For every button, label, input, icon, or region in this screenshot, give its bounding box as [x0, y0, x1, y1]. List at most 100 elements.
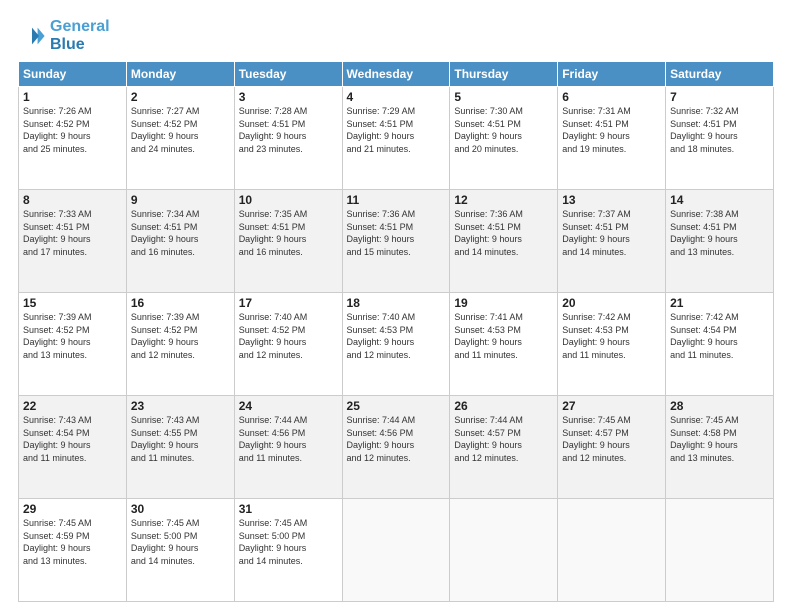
day-info: Sunrise: 7:28 AMSunset: 4:51 PMDaylight:…: [239, 105, 338, 155]
day-cell: 13 Sunrise: 7:37 AMSunset: 4:51 PMDaylig…: [558, 190, 666, 293]
day-number: 31: [239, 502, 338, 516]
day-cell: 21 Sunrise: 7:42 AMSunset: 4:54 PMDaylig…: [666, 293, 774, 396]
day-cell: 11 Sunrise: 7:36 AMSunset: 4:51 PMDaylig…: [342, 190, 450, 293]
day-number: 12: [454, 193, 553, 207]
header: General Blue: [18, 18, 774, 53]
day-cell: 7 Sunrise: 7:32 AMSunset: 4:51 PMDayligh…: [666, 87, 774, 190]
day-cell: 14 Sunrise: 7:38 AMSunset: 4:51 PMDaylig…: [666, 190, 774, 293]
day-cell: 17 Sunrise: 7:40 AMSunset: 4:52 PMDaylig…: [234, 293, 342, 396]
day-info: Sunrise: 7:36 AMSunset: 4:51 PMDaylight:…: [347, 208, 446, 258]
week-row-3: 15 Sunrise: 7:39 AMSunset: 4:52 PMDaylig…: [19, 293, 774, 396]
day-info: Sunrise: 7:45 AMSunset: 5:00 PMDaylight:…: [131, 517, 230, 567]
day-cell: 10 Sunrise: 7:35 AMSunset: 4:51 PMDaylig…: [234, 190, 342, 293]
day-cell: [342, 499, 450, 602]
day-info: Sunrise: 7:44 AMSunset: 4:57 PMDaylight:…: [454, 414, 553, 464]
day-cell: [666, 499, 774, 602]
day-info: Sunrise: 7:30 AMSunset: 4:51 PMDaylight:…: [454, 105, 553, 155]
day-cell: 28 Sunrise: 7:45 AMSunset: 4:58 PMDaylig…: [666, 396, 774, 499]
day-number: 16: [131, 296, 230, 310]
day-number: 15: [23, 296, 122, 310]
day-number: 10: [239, 193, 338, 207]
calendar-table: SundayMondayTuesdayWednesdayThursdayFrid…: [18, 61, 774, 602]
day-number: 6: [562, 90, 661, 104]
day-cell: 15 Sunrise: 7:39 AMSunset: 4:52 PMDaylig…: [19, 293, 127, 396]
day-cell: 30 Sunrise: 7:45 AMSunset: 5:00 PMDaylig…: [126, 499, 234, 602]
day-info: Sunrise: 7:35 AMSunset: 4:51 PMDaylight:…: [239, 208, 338, 258]
day-number: 11: [347, 193, 446, 207]
day-number: 7: [670, 90, 769, 104]
day-info: Sunrise: 7:33 AMSunset: 4:51 PMDaylight:…: [23, 208, 122, 258]
day-cell: 22 Sunrise: 7:43 AMSunset: 4:54 PMDaylig…: [19, 396, 127, 499]
day-cell: 19 Sunrise: 7:41 AMSunset: 4:53 PMDaylig…: [450, 293, 558, 396]
day-cell: 26 Sunrise: 7:44 AMSunset: 4:57 PMDaylig…: [450, 396, 558, 499]
day-number: 23: [131, 399, 230, 413]
day-info: Sunrise: 7:45 AMSunset: 5:00 PMDaylight:…: [239, 517, 338, 567]
day-number: 29: [23, 502, 122, 516]
day-info: Sunrise: 7:43 AMSunset: 4:54 PMDaylight:…: [23, 414, 122, 464]
week-row-2: 8 Sunrise: 7:33 AMSunset: 4:51 PMDayligh…: [19, 190, 774, 293]
day-cell: 31 Sunrise: 7:45 AMSunset: 5:00 PMDaylig…: [234, 499, 342, 602]
day-number: 8: [23, 193, 122, 207]
day-number: 2: [131, 90, 230, 104]
day-info: Sunrise: 7:44 AMSunset: 4:56 PMDaylight:…: [239, 414, 338, 464]
day-info: Sunrise: 7:32 AMSunset: 4:51 PMDaylight:…: [670, 105, 769, 155]
day-number: 22: [23, 399, 122, 413]
dow-wednesday: Wednesday: [342, 62, 450, 87]
day-cell: 23 Sunrise: 7:43 AMSunset: 4:55 PMDaylig…: [126, 396, 234, 499]
day-cell: 27 Sunrise: 7:45 AMSunset: 4:57 PMDaylig…: [558, 396, 666, 499]
day-info: Sunrise: 7:29 AMSunset: 4:51 PMDaylight:…: [347, 105, 446, 155]
days-of-week-row: SundayMondayTuesdayWednesdayThursdayFrid…: [19, 62, 774, 87]
day-cell: 1 Sunrise: 7:26 AMSunset: 4:52 PMDayligh…: [19, 87, 127, 190]
day-number: 19: [454, 296, 553, 310]
day-cell: 25 Sunrise: 7:44 AMSunset: 4:56 PMDaylig…: [342, 396, 450, 499]
day-cell: 9 Sunrise: 7:34 AMSunset: 4:51 PMDayligh…: [126, 190, 234, 293]
day-info: Sunrise: 7:36 AMSunset: 4:51 PMDaylight:…: [454, 208, 553, 258]
day-cell: 2 Sunrise: 7:27 AMSunset: 4:52 PMDayligh…: [126, 87, 234, 190]
day-number: 17: [239, 296, 338, 310]
day-cell: 4 Sunrise: 7:29 AMSunset: 4:51 PMDayligh…: [342, 87, 450, 190]
dow-tuesday: Tuesday: [234, 62, 342, 87]
day-info: Sunrise: 7:37 AMSunset: 4:51 PMDaylight:…: [562, 208, 661, 258]
day-cell: 16 Sunrise: 7:39 AMSunset: 4:52 PMDaylig…: [126, 293, 234, 396]
week-row-4: 22 Sunrise: 7:43 AMSunset: 4:54 PMDaylig…: [19, 396, 774, 499]
day-info: Sunrise: 7:26 AMSunset: 4:52 PMDaylight:…: [23, 105, 122, 155]
day-cell: [450, 499, 558, 602]
page: General Blue SundayMondayTuesdayWednesda…: [0, 0, 792, 612]
day-number: 28: [670, 399, 769, 413]
day-number: 20: [562, 296, 661, 310]
day-info: Sunrise: 7:43 AMSunset: 4:55 PMDaylight:…: [131, 414, 230, 464]
logo: General Blue: [18, 18, 110, 53]
day-number: 1: [23, 90, 122, 104]
day-number: 3: [239, 90, 338, 104]
day-cell: 18 Sunrise: 7:40 AMSunset: 4:53 PMDaylig…: [342, 293, 450, 396]
logo-text: General Blue: [50, 18, 110, 53]
day-cell: 3 Sunrise: 7:28 AMSunset: 4:51 PMDayligh…: [234, 87, 342, 190]
week-row-5: 29 Sunrise: 7:45 AMSunset: 4:59 PMDaylig…: [19, 499, 774, 602]
day-info: Sunrise: 7:39 AMSunset: 4:52 PMDaylight:…: [23, 311, 122, 361]
day-number: 26: [454, 399, 553, 413]
day-cell: 8 Sunrise: 7:33 AMSunset: 4:51 PMDayligh…: [19, 190, 127, 293]
dow-sunday: Sunday: [19, 62, 127, 87]
logo-icon: [18, 22, 46, 50]
day-cell: 20 Sunrise: 7:42 AMSunset: 4:53 PMDaylig…: [558, 293, 666, 396]
day-cell: 5 Sunrise: 7:30 AMSunset: 4:51 PMDayligh…: [450, 87, 558, 190]
day-cell: [558, 499, 666, 602]
day-number: 18: [347, 296, 446, 310]
day-info: Sunrise: 7:38 AMSunset: 4:51 PMDaylight:…: [670, 208, 769, 258]
day-number: 27: [562, 399, 661, 413]
day-info: Sunrise: 7:42 AMSunset: 4:54 PMDaylight:…: [670, 311, 769, 361]
day-info: Sunrise: 7:27 AMSunset: 4:52 PMDaylight:…: [131, 105, 230, 155]
day-info: Sunrise: 7:42 AMSunset: 4:53 PMDaylight:…: [562, 311, 661, 361]
day-number: 25: [347, 399, 446, 413]
day-info: Sunrise: 7:41 AMSunset: 4:53 PMDaylight:…: [454, 311, 553, 361]
day-info: Sunrise: 7:45 AMSunset: 4:59 PMDaylight:…: [23, 517, 122, 567]
day-cell: 24 Sunrise: 7:44 AMSunset: 4:56 PMDaylig…: [234, 396, 342, 499]
dow-saturday: Saturday: [666, 62, 774, 87]
day-number: 4: [347, 90, 446, 104]
dow-friday: Friday: [558, 62, 666, 87]
day-number: 21: [670, 296, 769, 310]
day-cell: 12 Sunrise: 7:36 AMSunset: 4:51 PMDaylig…: [450, 190, 558, 293]
day-number: 30: [131, 502, 230, 516]
day-number: 5: [454, 90, 553, 104]
week-row-1: 1 Sunrise: 7:26 AMSunset: 4:52 PMDayligh…: [19, 87, 774, 190]
